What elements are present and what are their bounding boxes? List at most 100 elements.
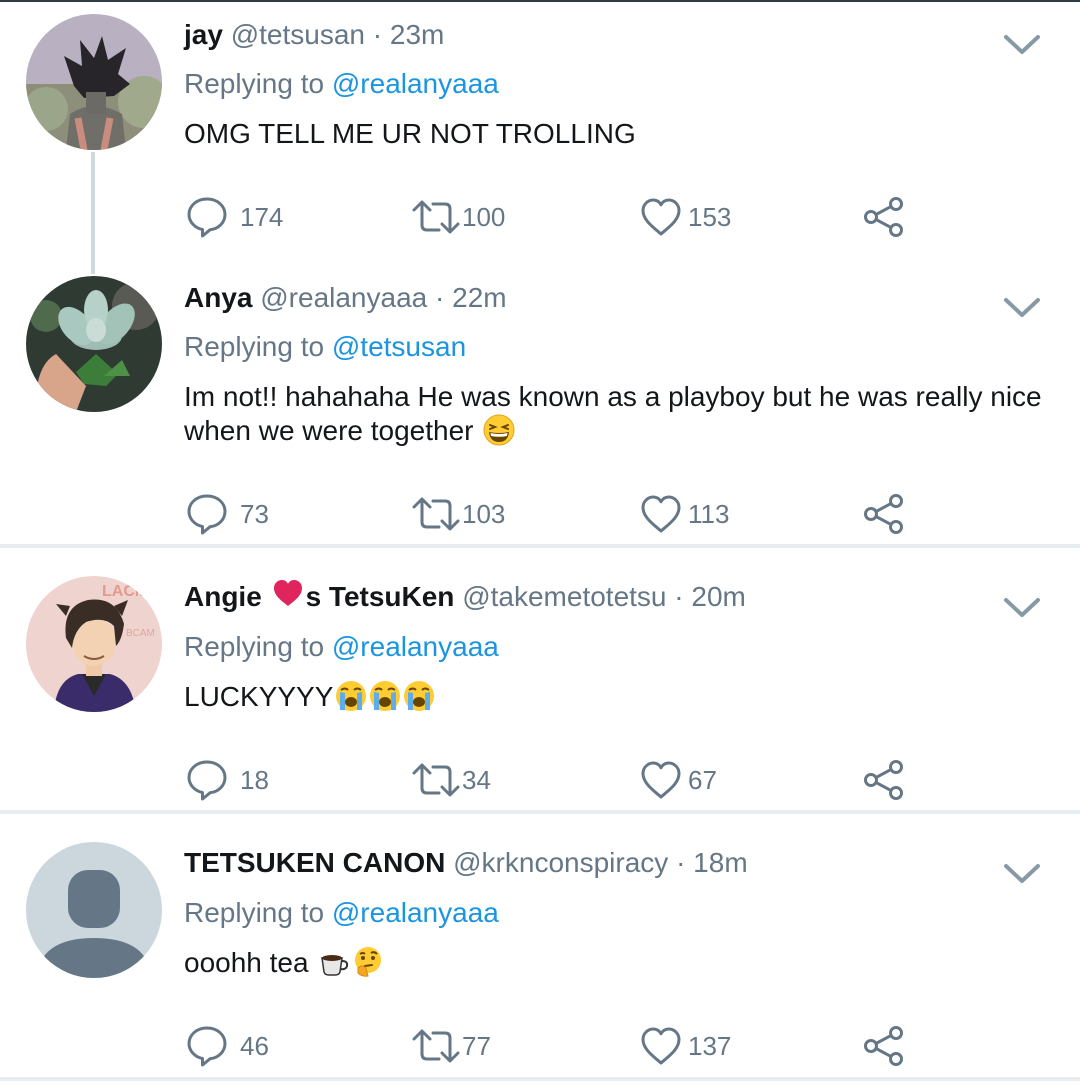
chevron-down-icon[interactable] [1002,595,1042,621]
like-count: 137 [688,1031,732,1061]
reply-button[interactable]: 73 [186,492,269,536]
separator: · [676,847,686,878]
display-name-part1: Angie [184,581,270,612]
retweet-icon [412,1029,460,1063]
tweet-actions: 73 103 113 [0,492,1080,536]
like-count: 67 [688,765,717,795]
heart-icon [641,1027,681,1065]
reply-count: 18 [240,765,269,795]
replying-to-label: Replying to [184,331,325,362]
retweet-button[interactable]: 34 [412,758,491,802]
share-icon [864,494,903,534]
like-button[interactable]: 137 [640,1024,731,1068]
hot-beverage-emoji [318,946,350,978]
retweet-icon [412,763,460,797]
red-heart-emoji [272,577,304,621]
retweet-button[interactable]: 103 [412,492,505,536]
reply-button[interactable]: 18 [186,758,269,802]
tweet-header: TETSUKEN CANON @krknconspiracy · 18m [184,841,748,885]
reply-button[interactable]: 46 [186,1024,269,1068]
tweet-header: Angie s TetsuKen @takemetotetsu · 20m [184,575,746,619]
share-button[interactable] [862,492,906,536]
replying-to-label: Replying to [184,897,325,928]
mention-link[interactable]: @realanyaaa [332,897,499,928]
tweet-4[interactable]: TETSUKEN CANON @krknconspiracy · 18m Rep… [0,814,1080,1077]
loudly-crying-emoji [335,680,367,712]
retweet-button[interactable]: 100 [412,195,505,239]
retweet-count: 100 [462,202,506,232]
tweet-text-content: Im not!! hahahaha He was known as a play… [184,381,1042,446]
share-icon [864,1026,903,1066]
replying-to: Replying to @realanyaaa [184,627,499,667]
separator: · [372,19,383,50]
timestamp[interactable]: 18m [693,847,747,878]
share-icon [864,760,903,800]
separator: · [435,282,445,313]
display-name[interactable]: jay [184,19,223,50]
mention-link[interactable]: @realanyaaa [332,68,499,99]
user-handle[interactable]: @krknconspiracy [453,847,668,878]
retweet-button[interactable]: 77 [412,1024,491,1068]
avatar[interactable]: LACMA BCAM [26,576,162,712]
svg-text:LACMA: LACMA [102,583,160,600]
timestamp[interactable]: 22m [452,282,506,313]
display-name[interactable]: Anya [184,282,252,313]
like-button[interactable]: 113 [640,492,729,536]
display-name[interactable]: Angie s TetsuKen [184,579,454,612]
mention-link[interactable]: @realanyaaa [332,631,499,662]
retweet-icon [412,497,460,531]
share-button[interactable] [862,195,906,239]
tweet-text: LUCKYYYY [184,680,1044,714]
like-count: 113 [688,499,730,529]
tweet-actions: 174 100 153 [0,195,1080,239]
tweet-divider [0,1077,1080,1081]
user-handle[interactable]: @takemetotetsu [462,581,666,612]
reply-icon [187,1026,227,1067]
tweet-1[interactable]: jay @tetsusan · 23m Replying to @realany… [0,0,1080,274]
grinning-squint-emoji [483,414,515,446]
replying-to: Replying to @tetsusan [184,327,466,367]
tweet-2[interactable]: Anya @realanyaaa · 22m Replying to @tets… [0,274,1080,544]
replying-to-label: Replying to [184,631,325,662]
heart-icon [641,198,681,236]
mention-link[interactable]: @tetsusan [332,331,466,362]
chevron-down-icon[interactable] [1002,861,1042,887]
like-button[interactable]: 153 [640,195,731,239]
user-handle[interactable]: @realanyaaa [260,282,427,313]
timestamp[interactable]: 23m [390,19,444,50]
like-button[interactable]: 67 [640,758,717,802]
retweet-icon [412,200,460,234]
default-avatar-icon[interactable] [26,842,162,978]
retweet-count: 77 [462,1031,491,1061]
chevron-down-icon[interactable] [1002,295,1042,321]
reply-count: 174 [240,202,284,232]
tweet-text-content: ooohh tea [184,947,309,978]
heart-icon [641,495,681,533]
tweet-text-content: LUCKYYYY [184,681,334,712]
display-name[interactable]: TETSUKEN CANON [184,847,445,878]
user-handle[interactable]: @tetsusan [231,19,365,50]
chevron-down-icon[interactable] [1002,32,1042,58]
loudly-crying-emoji [369,680,401,712]
replying-to-label: Replying to [184,68,325,99]
thinking-face-emoji [352,946,384,978]
replying-to: Replying to @realanyaaa [184,64,499,104]
reply-count: 46 [240,1031,269,1061]
share-button[interactable] [862,758,906,802]
avatar[interactable] [26,276,162,412]
tweet-text: OMG TELL ME UR NOT TROLLING [184,117,1044,151]
tweet-text: Im not!! hahahaha He was known as a play… [184,380,1044,448]
tweet-3[interactable]: LACMA BCAM Angie s TetsuKen @takemetotet… [0,548,1080,810]
reply-button[interactable]: 174 [186,195,283,239]
tweet-header: Anya @realanyaaa · 22m [184,276,507,320]
avatar[interactable] [26,14,162,150]
tweet-header: jay @tetsusan · 23m [184,13,444,57]
replying-to: Replying to @realanyaaa [184,893,499,933]
svg-text:BCAM: BCAM [126,628,155,639]
share-button[interactable] [862,1024,906,1068]
timestamp[interactable]: 20m [691,581,745,612]
heart-icon [641,761,681,799]
like-count: 153 [688,202,732,232]
reply-count: 73 [240,499,269,529]
loudly-crying-emoji [403,680,435,712]
